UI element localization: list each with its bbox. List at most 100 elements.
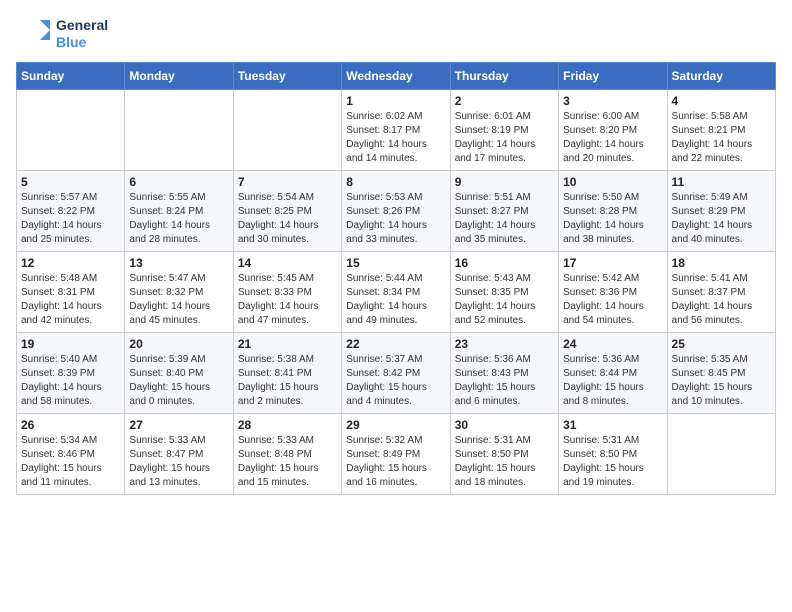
day-info: Sunrise: 5:33 AMSunset: 8:47 PMDaylight:…	[129, 434, 228, 490]
day-info: Sunrise: 5:58 AMSunset: 8:21 PMDaylight:…	[672, 110, 771, 166]
calendar-cell	[667, 414, 775, 495]
calendar-cell: 18 Sunrise: 5:41 AMSunset: 8:37 PMDayligh…	[667, 252, 775, 333]
calendar: SundayMondayTuesdayWednesdayThursdayFrid…	[16, 62, 776, 495]
calendar-cell: 30 Sunrise: 5:31 AMSunset: 8:50 PMDayligh…	[450, 414, 558, 495]
day-info: Sunrise: 5:54 AMSunset: 8:25 PMDaylight:…	[238, 191, 337, 247]
day-info: Sunrise: 5:40 AMSunset: 8:39 PMDaylight:…	[21, 353, 120, 409]
calendar-cell: 16 Sunrise: 5:43 AMSunset: 8:35 PMDayligh…	[450, 252, 558, 333]
day-number: 19	[21, 337, 120, 351]
calendar-cell: 25 Sunrise: 5:35 AMSunset: 8:45 PMDayligh…	[667, 333, 775, 414]
day-info: Sunrise: 5:43 AMSunset: 8:35 PMDaylight:…	[455, 272, 554, 328]
day-info: Sunrise: 5:39 AMSunset: 8:40 PMDaylight:…	[129, 353, 228, 409]
day-number: 16	[455, 256, 554, 270]
day-info: Sunrise: 5:57 AMSunset: 8:22 PMDaylight:…	[21, 191, 120, 247]
day-info: Sunrise: 5:55 AMSunset: 8:24 PMDaylight:…	[129, 191, 228, 247]
calendar-cell: 20 Sunrise: 5:39 AMSunset: 8:40 PMDayligh…	[125, 333, 233, 414]
day-number: 1	[346, 94, 445, 108]
calendar-cell: 12 Sunrise: 5:48 AMSunset: 8:31 PMDayligh…	[17, 252, 125, 333]
day-info: Sunrise: 5:49 AMSunset: 8:29 PMDaylight:…	[672, 191, 771, 247]
day-info: Sunrise: 5:48 AMSunset: 8:31 PMDaylight:…	[21, 272, 120, 328]
calendar-cell: 22Sunrise: 5:37 AMSunset: 8:42 PMDayligh…	[342, 333, 450, 414]
calendar-cell: 24 Sunrise: 5:36 AMSunset: 8:44 PMDayligh…	[559, 333, 667, 414]
day-info: Sunrise: 5:51 AMSunset: 8:27 PMDaylight:…	[455, 191, 554, 247]
calendar-cell: 3Sunrise: 6:00 AMSunset: 8:20 PMDaylight…	[559, 90, 667, 171]
day-number: 27	[129, 418, 228, 432]
weekday-header: Thursday	[450, 63, 558, 90]
calendar-cell	[233, 90, 341, 171]
day-number: 14	[238, 256, 337, 270]
day-info: Sunrise: 5:53 AMSunset: 8:26 PMDaylight:…	[346, 191, 445, 247]
day-info: Sunrise: 5:35 AMSunset: 8:45 PMDaylight:…	[672, 353, 771, 409]
day-info: Sunrise: 5:31 AMSunset: 8:50 PMDaylight:…	[563, 434, 662, 490]
calendar-week-row: 5Sunrise: 5:57 AMSunset: 8:22 PMDaylight…	[17, 171, 776, 252]
day-info: Sunrise: 5:34 AMSunset: 8:46 PMDaylight:…	[21, 434, 120, 490]
logo-svg	[16, 16, 52, 52]
calendar-cell: 28Sunrise: 5:33 AMSunset: 8:48 PMDayligh…	[233, 414, 341, 495]
day-number: 18	[672, 256, 771, 270]
calendar-cell: 1 Sunrise: 6:02 AMSunset: 8:17 PMDaylight…	[342, 90, 450, 171]
calendar-cell: 17 Sunrise: 5:42 AMSunset: 8:36 PMDayligh…	[559, 252, 667, 333]
day-info: Sunrise: 5:32 AMSunset: 8:49 PMDaylight:…	[346, 434, 445, 490]
calendar-cell: 21 Sunrise: 5:38 AMSunset: 8:41 PMDayligh…	[233, 333, 341, 414]
day-number: 25	[672, 337, 771, 351]
weekday-header: Sunday	[17, 63, 125, 90]
day-number: 31	[563, 418, 662, 432]
day-info: Sunrise: 5:38 AMSunset: 8:41 PMDaylight:…	[238, 353, 337, 409]
day-number: 22	[346, 337, 445, 351]
day-number: 2	[455, 94, 554, 108]
day-number: 17	[563, 256, 662, 270]
day-info: Sunrise: 5:36 AMSunset: 8:43 PMDaylight:…	[455, 353, 554, 409]
weekday-header: Saturday	[667, 63, 775, 90]
calendar-cell	[125, 90, 233, 171]
day-number: 6	[129, 175, 228, 189]
weekday-header: Friday	[559, 63, 667, 90]
calendar-cell: 2Sunrise: 6:01 AMSunset: 8:19 PMDaylight…	[450, 90, 558, 171]
day-number: 28	[238, 418, 337, 432]
calendar-cell: 27 Sunrise: 5:33 AMSunset: 8:47 PMDayligh…	[125, 414, 233, 495]
day-number: 13	[129, 256, 228, 270]
calendar-cell: 31 Sunrise: 5:31 AMSunset: 8:50 PMDayligh…	[559, 414, 667, 495]
calendar-cell: 14 Sunrise: 5:45 AMSunset: 8:33 PMDayligh…	[233, 252, 341, 333]
day-number: 30	[455, 418, 554, 432]
day-number: 12	[21, 256, 120, 270]
calendar-cell: 6 Sunrise: 5:55 AMSunset: 8:24 PMDaylight…	[125, 171, 233, 252]
day-number: 29	[346, 418, 445, 432]
day-info: Sunrise: 5:47 AMSunset: 8:32 PMDaylight:…	[129, 272, 228, 328]
calendar-week-row: 1 Sunrise: 6:02 AMSunset: 8:17 PMDaylight…	[17, 90, 776, 171]
weekday-header: Monday	[125, 63, 233, 90]
weekday-header: Tuesday	[233, 63, 341, 90]
calendar-cell: 9 Sunrise: 5:51 AMSunset: 8:27 PMDaylight…	[450, 171, 558, 252]
calendar-week-row: 19 Sunrise: 5:40 AMSunset: 8:39 PMDayligh…	[17, 333, 776, 414]
calendar-week-row: 26 Sunrise: 5:34 AMSunset: 8:46 PMDayligh…	[17, 414, 776, 495]
day-info: Sunrise: 5:31 AMSunset: 8:50 PMDaylight:…	[455, 434, 554, 490]
day-number: 20	[129, 337, 228, 351]
day-number: 4	[672, 94, 771, 108]
day-number: 23	[455, 337, 554, 351]
logo-line1: General	[56, 17, 108, 34]
calendar-cell: 5Sunrise: 5:57 AMSunset: 8:22 PMDaylight…	[17, 171, 125, 252]
day-info: Sunrise: 5:41 AMSunset: 8:37 PMDaylight:…	[672, 272, 771, 328]
calendar-cell: 13 Sunrise: 5:47 AMSunset: 8:32 PMDayligh…	[125, 252, 233, 333]
calendar-cell: 26 Sunrise: 5:34 AMSunset: 8:46 PMDayligh…	[17, 414, 125, 495]
day-info: Sunrise: 5:45 AMSunset: 8:33 PMDaylight:…	[238, 272, 337, 328]
day-number: 9	[455, 175, 554, 189]
day-number: 3	[563, 94, 662, 108]
day-number: 7	[238, 175, 337, 189]
logo: General Blue	[16, 16, 108, 52]
weekday-header-row: SundayMondayTuesdayWednesdayThursdayFrid…	[17, 63, 776, 90]
day-info: Sunrise: 6:02 AMSunset: 8:17 PMDaylight:…	[346, 110, 445, 166]
day-info: Sunrise: 5:36 AMSunset: 8:44 PMDaylight:…	[563, 353, 662, 409]
page-header: General Blue	[16, 16, 776, 52]
weekday-header: Wednesday	[342, 63, 450, 90]
day-info: Sunrise: 5:42 AMSunset: 8:36 PMDaylight:…	[563, 272, 662, 328]
calendar-cell	[17, 90, 125, 171]
logo-line2: Blue	[56, 34, 108, 51]
calendar-cell: 15Sunrise: 5:44 AMSunset: 8:34 PMDayligh…	[342, 252, 450, 333]
calendar-cell: 10Sunrise: 5:50 AMSunset: 8:28 PMDayligh…	[559, 171, 667, 252]
day-number: 8	[346, 175, 445, 189]
day-number: 21	[238, 337, 337, 351]
day-number: 10	[563, 175, 662, 189]
day-number: 24	[563, 337, 662, 351]
day-number: 26	[21, 418, 120, 432]
day-info: Sunrise: 5:44 AMSunset: 8:34 PMDaylight:…	[346, 272, 445, 328]
